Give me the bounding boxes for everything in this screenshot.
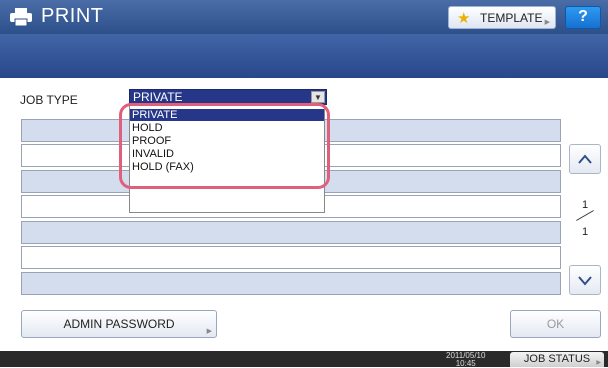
scroll-up-button[interactable] <box>569 144 601 174</box>
page-total: 1 <box>582 226 589 238</box>
chevron-right-icon: ▶ <box>596 360 601 366</box>
scroll-down-button[interactable] <box>569 265 601 295</box>
chevron-up-icon <box>578 154 592 164</box>
help-button[interactable]: ? <box>565 6 601 29</box>
chevron-down-icon[interactable]: ▼ <box>311 91 325 103</box>
date-time: 2011/05/10 10:45 <box>446 352 485 368</box>
page-current: 1 <box>582 199 589 211</box>
table-row[interactable] <box>21 221 561 244</box>
chevron-right-icon: ▶ <box>206 328 212 335</box>
admin-password-button[interactable]: ADMIN PASSWORD ▶ <box>21 310 217 338</box>
job-status-button[interactable]: JOB STATUS ▶ <box>510 352 604 367</box>
template-button[interactable]: ★ TEMPLATE ▶ <box>448 6 556 29</box>
page-title: PRINT <box>41 5 104 27</box>
star-icon: ★ <box>457 10 471 27</box>
printer-icon <box>10 8 32 27</box>
table-row[interactable] <box>21 272 561 295</box>
title-bar: PRINT ★ TEMPLATE ▶ ? <box>0 0 608 34</box>
job-status-label: JOB STATUS <box>523 353 591 365</box>
job-type-label: JOB TYPE <box>20 93 78 107</box>
ok-button[interactable]: OK <box>510 310 601 338</box>
admin-password-label: ADMIN PASSWORD <box>63 317 175 331</box>
chevron-right-icon: ▶ <box>544 19 550 26</box>
template-label: TEMPLATE <box>480 11 543 25</box>
page-divider <box>576 210 594 221</box>
ok-label: OK <box>546 317 565 331</box>
header-band <box>0 34 608 78</box>
table-row[interactable] <box>21 246 561 269</box>
job-type-selected-value: PRIVATE <box>133 90 183 104</box>
callout-highlight <box>119 103 330 189</box>
chevron-down-icon <box>578 276 592 286</box>
